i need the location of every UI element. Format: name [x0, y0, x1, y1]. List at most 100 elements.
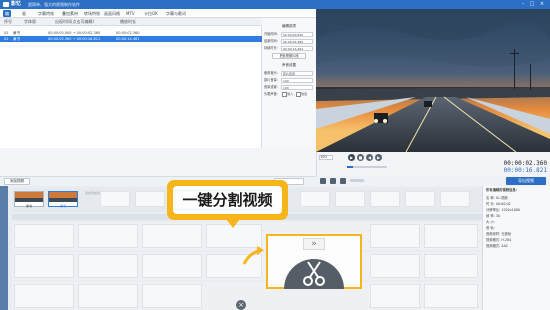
empty-cell: [424, 284, 478, 308]
start-time-field[interactable]: 00:00:00.000: [281, 31, 313, 37]
sound-settings-title: 声音设置: [282, 63, 296, 67]
menu-item-picture[interactable]: 画: [22, 10, 26, 17]
menu-item-lyrics[interactable]: 字幕与歌词: [166, 10, 186, 17]
clip-thumbnail-selected[interactable]: 隶书: [48, 191, 78, 208]
zoom-field[interactable]: 100: [319, 155, 333, 160]
stop-icon[interactable]: ■: [357, 154, 364, 161]
start-time-label: 开始时间:: [264, 32, 278, 36]
app-logo-icon: [3, 2, 9, 7]
edit-options-title: 编辑选项: [282, 24, 296, 28]
menu-item-overlay[interactable]: 叠加素材: [62, 10, 78, 17]
header-duration: 播放时长: [120, 19, 136, 24]
fullscreen-icon[interactable]: [340, 178, 346, 184]
table-row[interactable]: 02 隶书 00:00:02.360 → 00:00:16.821 00:00:…: [0, 36, 262, 42]
end-time-field[interactable]: 00:00:02.360: [281, 38, 313, 44]
prop-label: 音频格式:: [486, 244, 501, 248]
app-slogan: 超简单、强大的视频制作软件: [28, 2, 80, 7]
duration-row: 持续时长: 00:00:14.461: [264, 45, 314, 51]
prop-row: 音 轨:: [486, 226, 548, 231]
header-time: 出现时间(点击可编辑): [55, 19, 95, 24]
row-duration: 00:00:14.461: [116, 37, 140, 41]
close-icon[interactable]: ×: [539, 1, 545, 7]
prop-label: 大 小:: [486, 220, 495, 224]
clip-thumbnail[interactable]: 隶书: [14, 191, 44, 208]
prop-row: 帧 率: 30: [486, 214, 548, 219]
prop-value: H.264: [501, 238, 512, 242]
empty-cell: [78, 224, 138, 248]
prop-value: 无音轨: [501, 232, 512, 236]
progress-fill: [347, 166, 353, 168]
empty-cell: [300, 191, 330, 207]
volume-slider[interactable]: [350, 179, 364, 182]
empty-cell: [370, 284, 420, 308]
volume-field[interactable]: 100: [281, 77, 313, 83]
prop-value: AAC: [501, 244, 509, 248]
prop-row: 音频格式: AAC: [486, 244, 548, 249]
menu-item-karaoke[interactable]: 卡拉OK: [144, 10, 158, 17]
minimize-icon[interactable]: –: [520, 1, 526, 7]
volume-slider[interactable]: 100: [281, 84, 313, 90]
prop-label: 名 称:: [486, 196, 495, 200]
music-select[interactable]: 原片原音: [281, 70, 313, 76]
fade-row: 头尾声音: 淡入 淡出: [264, 91, 314, 97]
current-time: 00:00:02.360: [503, 160, 547, 167]
prop-value: 00:00:02: [495, 202, 511, 206]
empty-cell: [142, 224, 202, 248]
menu-item-mtv[interactable]: MTV: [126, 10, 135, 17]
properties-title: 所有编辑的视频信息:: [486, 188, 517, 192]
next-frame-icon[interactable]: ▶: [375, 154, 382, 161]
prop-label: 音 轨:: [486, 226, 495, 230]
menu-item-transition[interactable]: 转场特效: [84, 10, 100, 17]
double-chevron-icon[interactable]: »: [303, 238, 325, 250]
empty-cell: [142, 284, 202, 308]
snapshot-icon[interactable]: [320, 178, 326, 184]
prop-label: 帧 率:: [486, 214, 495, 218]
empty-cell: [335, 191, 365, 207]
fade-label: 头尾声音:: [264, 92, 278, 96]
clip-action-button[interactable]: 把此视频片段: [272, 53, 306, 59]
start-time-row: 开始时间: 00:00:00.000: [264, 31, 314, 37]
music-label: 使用音乐:: [264, 71, 278, 75]
music-row: 使用音乐: 原片原音: [264, 70, 314, 76]
menu-item-subtitle[interactable]: 字幕特效: [38, 10, 54, 17]
clip-thumbnail-image: [15, 192, 43, 202]
empty-cell: [135, 191, 165, 207]
maximize-icon[interactable]: □: [529, 1, 535, 7]
empty-cell: [14, 284, 74, 308]
export-video-button[interactable]: 导出视频: [506, 177, 546, 185]
fade-out-label: 淡出: [301, 92, 308, 96]
prop-label: 视频格式:: [486, 238, 501, 242]
prop-row: 视频格式: H.264: [486, 238, 548, 243]
empty-cell: [100, 191, 130, 207]
timeline-side-tab[interactable]: [0, 186, 8, 310]
prop-row: 名 称: 01.视频: [486, 196, 548, 201]
empty-cell: [78, 284, 138, 308]
empty-cell: [370, 191, 400, 207]
add-video-button[interactable]: 添加视频: [4, 178, 30, 185]
callout-text: 一键分割视频: [182, 191, 273, 209]
fade-in-label: 淡入: [287, 92, 294, 96]
empty-cell: [142, 254, 202, 278]
video-preview[interactable]: [316, 9, 550, 152]
empty-cell: [424, 224, 478, 248]
volume-slider-row: 音量设置: 100: [264, 84, 314, 90]
scissors-icon[interactable]: [282, 250, 346, 289]
prev-frame-icon[interactable]: ◀: [366, 154, 373, 161]
duration-field[interactable]: 00:00:14.461: [281, 45, 313, 51]
folder-icon[interactable]: [330, 178, 336, 184]
prop-value: 01.视频: [495, 196, 508, 200]
prop-value: 30: [495, 214, 501, 218]
menu-item-edit[interactable]: 编: [3, 10, 11, 17]
prop-label: 分辨率比:: [486, 208, 501, 212]
empty-cell: [14, 224, 74, 248]
header-number: 序号: [4, 19, 12, 24]
close-icon[interactable]: ×: [236, 300, 246, 310]
menu-item-style[interactable]: 画面风格: [104, 10, 120, 17]
row-font: 隶书: [13, 37, 20, 41]
clip-thumbnail-image: [49, 192, 77, 202]
volume-row: 原片音量: 100: [264, 77, 314, 83]
play-icon[interactable]: ▶: [348, 154, 355, 161]
progress-track[interactable]: [347, 166, 387, 168]
total-time: 00:00:16.821: [503, 167, 547, 174]
empty-cell: [405, 191, 435, 207]
